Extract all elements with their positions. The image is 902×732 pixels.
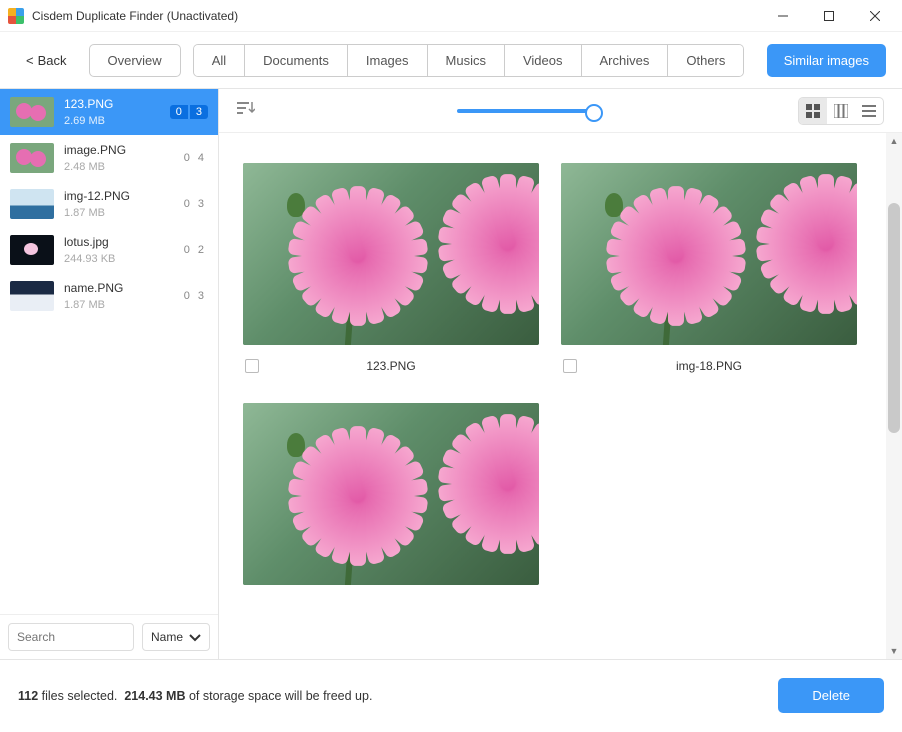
file-label: 123.PNG — [366, 359, 415, 373]
window-controls — [760, 0, 898, 32]
file-name: image.PNG — [64, 143, 174, 157]
minimize-button[interactable] — [760, 0, 806, 32]
tab-others[interactable]: Others — [668, 45, 743, 76]
tab-images[interactable]: Images — [348, 45, 428, 76]
counts: 0 3 — [184, 198, 208, 210]
tab-all[interactable]: All — [194, 45, 245, 76]
tile[interactable] — [243, 403, 539, 615]
statusbar: 112 files selected. 214.43 MB of storage… — [0, 659, 902, 731]
grid-scroll[interactable]: 123.PNG img-18.PNG — [219, 133, 902, 659]
toolbar: < Back Overview All Documents Images Mus… — [0, 32, 902, 88]
preview-image — [243, 163, 539, 345]
scroll-down-icon[interactable]: ▼ — [886, 643, 902, 659]
file-size: 244.93 KB — [64, 253, 174, 265]
scroll-up-icon[interactable]: ▲ — [886, 133, 902, 149]
scrollbar[interactable]: ▲ ▼ — [886, 133, 902, 659]
thumbnail — [10, 235, 54, 265]
thumbnail — [10, 281, 54, 311]
preview-image — [243, 403, 539, 585]
close-button[interactable] — [852, 0, 898, 32]
content-toolbar — [219, 89, 902, 133]
file-name: 123.PNG — [64, 97, 160, 111]
back-button[interactable]: < Back — [16, 47, 77, 74]
file-name: lotus.jpg — [64, 235, 174, 249]
file-size: 1.87 MB — [64, 207, 174, 219]
counts: 0 3 — [170, 105, 208, 119]
file-name: name.PNG — [64, 281, 174, 295]
grid: 123.PNG img-18.PNG — [243, 163, 878, 615]
preview-image — [561, 163, 857, 345]
delete-button[interactable]: Delete — [778, 678, 884, 713]
tab-documents[interactable]: Documents — [245, 45, 348, 76]
sort-select[interactable]: Name — [142, 623, 210, 651]
category-tabs: All Documents Images Musics Videos Archi… — [193, 44, 745, 77]
overview-button[interactable]: Overview — [89, 44, 181, 77]
sidebar-bottom: Name — [0, 614, 218, 659]
sidebar-item[interactable]: img-12.PNG 1.87 MB 0 3 — [0, 181, 218, 227]
content: 123.PNG img-18.PNG — [219, 89, 902, 659]
window-title: Cisdem Duplicate Finder (Unactivated) — [32, 9, 760, 23]
tab-videos[interactable]: Videos — [505, 45, 582, 76]
view-columns-icon[interactable] — [827, 98, 855, 124]
sort-icon[interactable] — [237, 101, 255, 120]
titlebar: Cisdem Duplicate Finder (Unactivated) — [0, 0, 902, 32]
search-input[interactable] — [8, 623, 134, 651]
tile[interactable]: 123.PNG — [243, 163, 539, 375]
main: 123.PNG 2.69 MB 0 3 image.PNG 2.48 MB 0 … — [0, 88, 902, 659]
thumbnail-size-slider[interactable] — [457, 109, 597, 113]
thumbnail — [10, 189, 54, 219]
chevron-down-icon — [189, 631, 201, 643]
tile[interactable]: img-18.PNG — [561, 163, 857, 375]
counts: 0 2 — [184, 244, 208, 256]
thumbnail — [10, 143, 54, 173]
view-mode-toggle — [798, 97, 884, 125]
checkbox[interactable] — [245, 359, 259, 373]
tab-archives[interactable]: Archives — [582, 45, 669, 76]
sidebar-item[interactable]: name.PNG 1.87 MB 0 3 — [0, 273, 218, 319]
similar-images-button[interactable]: Similar images — [767, 44, 886, 77]
chevron-left-icon: < — [26, 53, 34, 68]
counts: 0 4 — [184, 152, 208, 164]
sidebar-list: 123.PNG 2.69 MB 0 3 image.PNG 2.48 MB 0 … — [0, 89, 218, 614]
maximize-button[interactable] — [806, 0, 852, 32]
app-icon — [8, 8, 24, 24]
file-size: 2.69 MB — [64, 115, 160, 127]
sidebar: 123.PNG 2.69 MB 0 3 image.PNG 2.48 MB 0 … — [0, 89, 219, 659]
file-name: img-12.PNG — [64, 189, 174, 203]
view-grid-icon[interactable] — [799, 98, 827, 124]
thumbnail — [10, 97, 54, 127]
counts: 0 3 — [184, 290, 208, 302]
file-label: img-18.PNG — [676, 359, 742, 373]
sidebar-item[interactable]: 123.PNG 2.69 MB 0 3 — [0, 89, 218, 135]
sidebar-item[interactable]: image.PNG 2.48 MB 0 4 — [0, 135, 218, 181]
tab-musics[interactable]: Musics — [428, 45, 505, 76]
sidebar-item[interactable]: lotus.jpg 244.93 KB 0 2 — [0, 227, 218, 273]
file-size: 1.87 MB — [64, 299, 174, 311]
scroll-thumb[interactable] — [888, 203, 900, 433]
view-list-icon[interactable] — [855, 98, 883, 124]
checkbox[interactable] — [563, 359, 577, 373]
status-message: 112 files selected. 214.43 MB of storage… — [18, 689, 372, 703]
file-size: 2.48 MB — [64, 161, 174, 173]
